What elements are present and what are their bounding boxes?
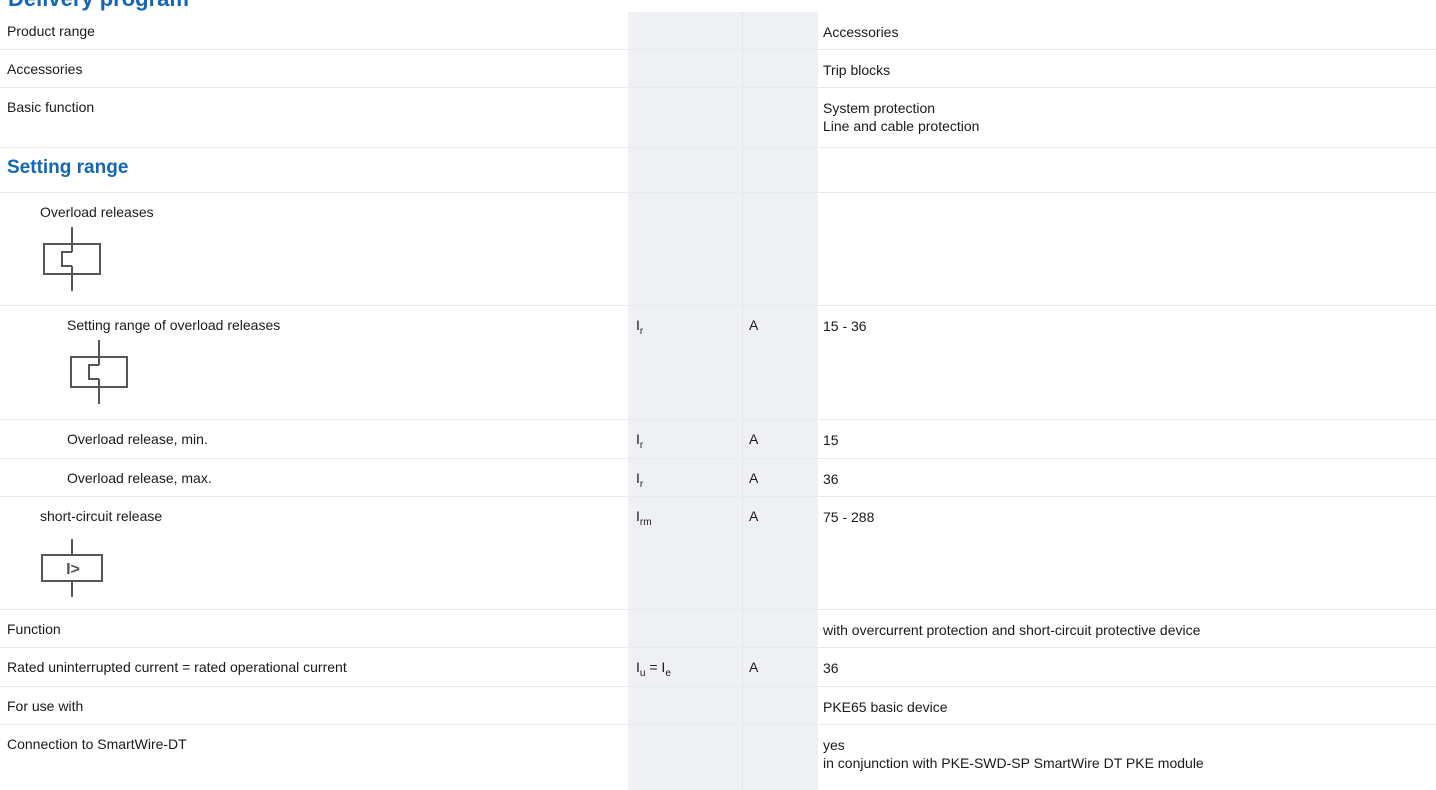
row-unit: A	[749, 659, 759, 675]
row-symbol: Irm	[636, 508, 652, 528]
table-row: Connection to SmartWire-DT yes in conjun…	[0, 725, 1436, 789]
row-value: System protection Line and cable protect…	[823, 100, 980, 134]
row-value: PKE65 basic device	[823, 699, 948, 715]
row-value: Trip blocks	[823, 62, 891, 78]
table-row: Overload release, max. Ir A 36	[0, 459, 1436, 497]
row-value: yes in conjunction with PKE-SWD-SP Smart…	[823, 737, 1204, 771]
row-label: Setting range of overload releases	[67, 317, 281, 333]
row-value: 36	[823, 471, 839, 487]
row-label: For use with	[7, 698, 84, 714]
row-label: Function	[7, 621, 61, 637]
row-symbol: Ir	[636, 431, 644, 451]
overload-release-icon	[70, 340, 128, 404]
table-row: Function with overcurrent protection and…	[0, 610, 1436, 648]
table-row: Accessories Trip blocks	[0, 50, 1436, 88]
table-row: Rated uninterrupted current = rated oper…	[0, 648, 1436, 687]
row-value: Accessories	[823, 24, 899, 40]
row-label: Overload release, min.	[67, 431, 208, 447]
row-label: Overload release, max.	[67, 470, 212, 486]
short-circuit-release-icon: I>	[41, 539, 103, 597]
row-value: 75 - 288	[823, 509, 875, 525]
row-value: with overcurrent protection and short-ci…	[823, 622, 1201, 638]
row-label: Accessories	[7, 61, 83, 77]
row-unit: A	[749, 431, 759, 447]
table-row: Product range Accessories	[0, 12, 1436, 50]
overload-release-icon	[43, 227, 101, 291]
table-row: For use with PKE65 basic device	[0, 687, 1436, 725]
row-symbol: Ir	[636, 470, 644, 490]
table-row: short-circuit release I> Irm A 75 - 288	[0, 497, 1436, 610]
row-value: 15	[823, 432, 839, 448]
page-title: Delivery program	[8, 0, 189, 12]
row-unit: A	[749, 470, 759, 486]
row-label: Rated uninterrupted current = rated oper…	[7, 659, 347, 675]
table-row: Overload release, min. Ir A 15	[0, 420, 1436, 459]
section-heading: Setting range	[7, 157, 129, 178]
row-label: Basic function	[7, 99, 95, 115]
table-row: Basic function System protection Line an…	[0, 88, 1436, 148]
row-value: 36	[823, 660, 839, 676]
row-label: short-circuit release	[40, 508, 163, 524]
row-unit: A	[749, 508, 759, 524]
row-symbol: Iu = Ie	[636, 659, 671, 679]
row-label: Overload releases	[40, 204, 154, 220]
row-symbol: Ir	[636, 317, 644, 337]
row-label: Product range	[7, 23, 95, 39]
row-label: Connection to SmartWire-DT	[7, 736, 187, 752]
section-row: Setting range	[0, 148, 1436, 193]
row-unit: A	[749, 317, 759, 333]
row-value: 15 - 36	[823, 318, 867, 334]
table-row: Overload releases	[0, 193, 1436, 306]
table-row: Setting range of overload releases Ir A …	[0, 306, 1436, 420]
svg-text:I>: I>	[66, 561, 80, 578]
